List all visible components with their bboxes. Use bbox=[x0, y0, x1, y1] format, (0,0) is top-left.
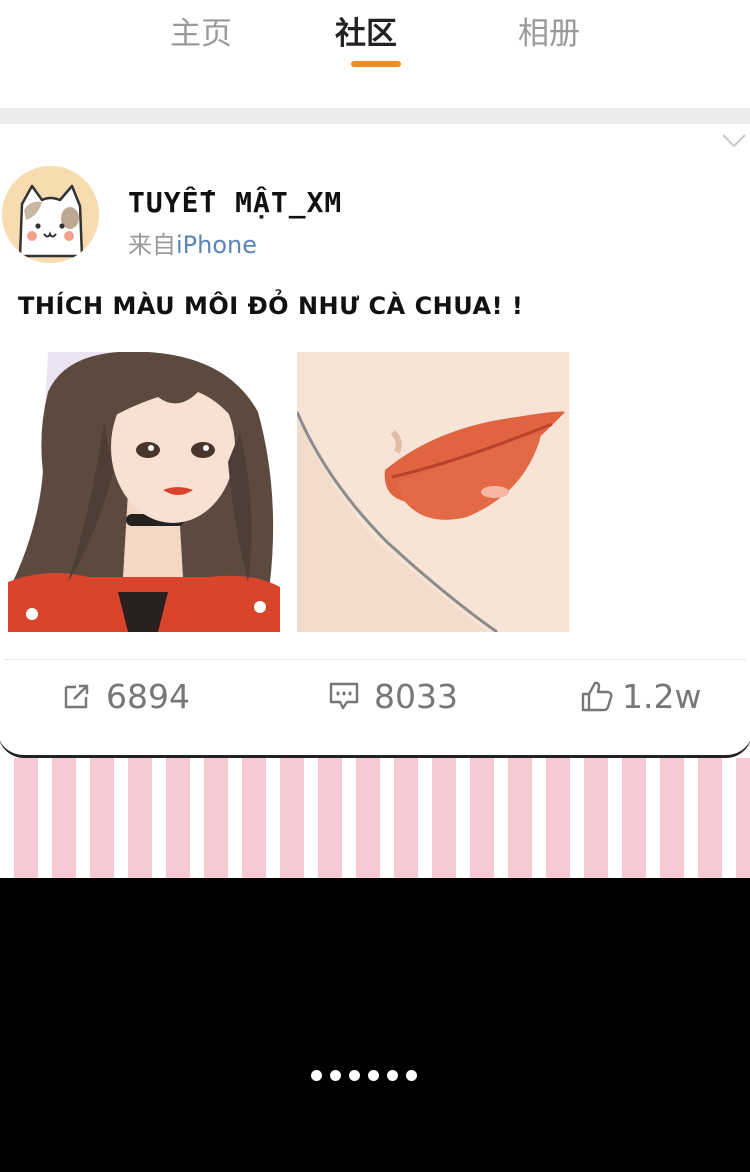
cat-avatar-icon bbox=[2, 166, 99, 263]
source-device: iPhone bbox=[176, 231, 258, 259]
share-count: 6894 bbox=[106, 676, 190, 716]
black-panel bbox=[0, 878, 750, 1172]
tab-home[interactable]: 主页 bbox=[170, 8, 232, 53]
dot bbox=[368, 1070, 379, 1081]
tab-album[interactable]: 相册 bbox=[518, 8, 580, 53]
comment-button[interactable]: 8033 bbox=[328, 674, 458, 718]
thumbs-up-icon bbox=[581, 681, 613, 712]
source-prefix: 来自 bbox=[128, 231, 176, 259]
share-icon bbox=[64, 684, 89, 709]
chevron-down-icon[interactable] bbox=[722, 134, 746, 148]
post-card: TUYẾT MẬT_XM 来自iPhone THÍCH MÀU MÔI ĐỎ N… bbox=[0, 124, 750, 758]
dot bbox=[330, 1070, 341, 1081]
like-button[interactable]: 1.2w bbox=[580, 674, 701, 718]
post-image-1[interactable] bbox=[8, 352, 280, 632]
post-text: THÍCH MÀU MÔI ĐỎ NHƯ CÀ CHUA! ! bbox=[18, 292, 524, 320]
like-count: 1.2w bbox=[622, 676, 702, 716]
avatar[interactable] bbox=[2, 166, 99, 263]
dot bbox=[349, 1070, 360, 1081]
username[interactable]: TUYẾT MẬT_XM bbox=[128, 186, 342, 219]
dot bbox=[311, 1070, 322, 1081]
striped-background bbox=[0, 758, 750, 878]
section-gap bbox=[0, 108, 750, 124]
active-tab-indicator bbox=[351, 61, 401, 67]
card-divider bbox=[4, 659, 746, 660]
lips-closeup-icon bbox=[297, 352, 569, 632]
dot bbox=[406, 1070, 417, 1081]
share-button[interactable]: 6894 bbox=[62, 674, 190, 718]
post-source: 来自iPhone bbox=[128, 225, 257, 260]
tab-community[interactable]: 社区 bbox=[335, 8, 397, 53]
dot bbox=[387, 1070, 398, 1081]
top-tab-bar: 主页 社区 相册 bbox=[0, 0, 750, 108]
comment-icon bbox=[329, 682, 359, 710]
comment-count: 8033 bbox=[374, 676, 458, 716]
ellipsis-dots-icon bbox=[311, 1070, 417, 1081]
post-image-2[interactable] bbox=[297, 352, 569, 632]
girl-portrait-icon bbox=[8, 352, 280, 632]
